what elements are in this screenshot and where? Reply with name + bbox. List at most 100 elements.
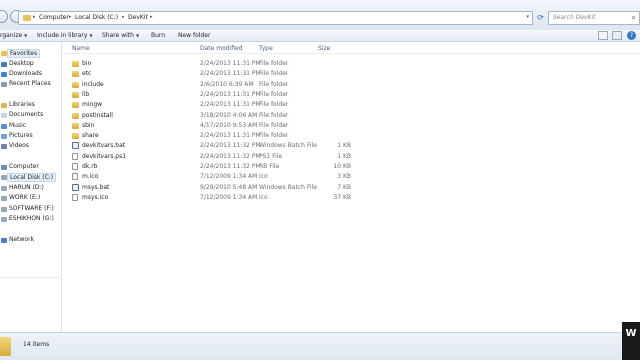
nav-drive-harun[interactable]: HARUN (D:) [9,184,44,191]
drive-icon [1,175,7,180]
file-row[interactable]: postinstall 3/18/2010 4:06 AM File folder [63,111,640,121]
file-row[interactable]: devkitvars.ps1 2/24/2013 11:32 PM PS1 File… [63,152,640,162]
crumb-computer[interactable]: Computer [39,14,69,21]
file-row[interactable]: sbin 4/17/2010 9:53 AM File folder [63,121,640,131]
file-name: include [82,80,104,88]
share-with-label: Share with [102,32,134,39]
file-row[interactable]: devkitvars.bat 2/24/2013 11:32 PM Windows … [63,141,640,151]
chevron-right-icon[interactable]: ▸ [150,14,153,20]
nav-libraries[interactable]: Libraries [9,101,35,108]
nav-drive-software[interactable]: SOFTWARE (F:) [9,205,54,212]
nav-recent-places[interactable]: Recent Places [9,80,51,87]
file-size: 3 KB [337,173,351,181]
nav-drive-eshikhon[interactable]: ESHIKHON (G:) [9,215,54,222]
file-row[interactable]: m.ico 7/12/2009 1:34 AM ico 3 KB [63,172,640,182]
chevron-right-icon[interactable]: ▸ [122,14,125,20]
file-row[interactable]: dk.rb 2/24/2013 11:32 PM RB File 10 KB [63,162,640,172]
batch-file-icon [72,183,79,191]
file-type: ico [259,193,268,201]
file-name: dk.rb [82,163,98,170]
nav-videos[interactable]: Videos [9,142,29,149]
file-icon [72,173,78,181]
file-size: 1 KB [337,152,351,160]
computer-icon [1,165,7,170]
column-header-type[interactable]: Type [259,45,273,52]
column-header-date-modified[interactable]: Date modified [200,45,243,52]
chevron-right-icon[interactable]: ▸ [69,14,72,20]
file-type: RB File [259,163,280,170]
column-header-size[interactable]: Size [318,45,330,52]
file-type: File folder [259,80,289,88]
organize-label: rganize [0,32,23,39]
share-with-menu[interactable]: Share with ▼ [102,32,139,39]
file-type: File folder [259,132,289,140]
folder-icon [72,91,79,98]
drive-icon [1,196,7,201]
command-bar: rganize ▼ Include in library ▼ Share with ▼… [0,30,640,42]
folder-icon [23,15,31,21]
burn-button[interactable]: Burn [151,32,165,39]
preview-pane-button[interactable] [612,31,622,40]
file-row[interactable]: mingw 2/24/2013 11:31 PM File folder [63,100,640,110]
nav-favorites[interactable]: Favorites [7,49,41,58]
star-icon [1,51,7,56]
nav-local-disk[interactable]: Local Disk (C:) [7,173,57,182]
nav-downloads[interactable]: Downloads [9,70,42,77]
file-row[interactable]: lib 2/24/2013 11:31 PM File folder [63,90,640,100]
column-header-name[interactable]: Name [72,45,90,52]
network-icon [1,238,7,243]
file-date-modified: 2/24/2013 11:31 PM [200,70,261,78]
file-row[interactable]: include 2/6/2010 6:39 AM File folder [63,80,640,90]
file-row[interactable]: msys.bat 9/29/2010 5:48 AM Windows Batch F… [63,183,640,193]
refresh-button[interactable]: ⟳ [535,12,546,24]
chevron-down-icon[interactable]: ▾ [526,14,529,20]
chevron-right-icon[interactable]: ▸ [33,14,36,20]
file-name: m.ico [82,173,99,181]
divider [0,277,62,278]
pictures-icon [1,134,7,139]
back-button[interactable] [0,10,8,23]
documents-icon [1,113,7,118]
file-name: devkitvars.ps1 [82,152,127,160]
nav-desktop[interactable]: Desktop [9,60,34,67]
include-in-library-label: Include in library [37,32,88,39]
folder-icon [0,337,11,356]
file-name: postinstall [82,111,113,119]
crumb-local-disk[interactable]: Local Disk (C:) [75,14,118,21]
status-bar: 14 items [0,332,640,360]
change-view-button[interactable] [598,31,608,40]
recent-places-icon [1,82,7,87]
nav-drive-work[interactable]: WORK (E:) [9,194,40,201]
nav-documents[interactable]: Documents [9,111,43,118]
file-name: mingw [82,101,103,109]
file-date-modified: 4/17/2010 9:53 AM [200,121,258,129]
crumb-devkit[interactable]: DevKit [128,14,148,21]
nav-computer[interactable]: Computer [9,163,39,170]
file-row[interactable]: share 2/24/2013 11:31 PM File folder [63,131,640,141]
file-row[interactable]: bin 2/24/2013 11:31 PM File folder [63,59,640,69]
help-button[interactable]: ? [627,31,636,40]
file-row[interactable]: etc 2/24/2013 11:31 PM File folder [63,69,640,79]
nav-music[interactable]: Music [9,122,26,129]
file-icon [72,163,78,170]
new-folder-button[interactable]: New folder [178,32,210,39]
item-count: 14 items [23,341,50,348]
file-name: etc [82,70,92,78]
chevron-down-icon: ▼ [89,33,93,38]
file-name: sbin [82,121,95,129]
file-name: bin [82,60,92,67]
include-in-library-menu[interactable]: Include in library ▼ [37,32,93,39]
drive-icon [1,207,7,212]
file-type: File folder [259,111,289,119]
file-row[interactable]: msys.ico 7/12/2009 1:34 AM ico 37 KB [63,193,640,203]
search-input[interactable]: Search DevKit ⌕ [548,11,640,25]
watermark-logo: W [622,322,640,360]
organize-menu[interactable]: rganize ▼ [0,32,27,39]
nav-pictures[interactable]: Pictures [9,132,33,139]
folder-icon [72,133,79,140]
breadcrumb[interactable]: ▸ Computer ▸ Local Disk (C:) ▸ DevKit ▸ … [18,11,533,25]
file-size: 37 KB [333,193,351,201]
file-date-modified: 2/24/2013 11:32 PM [200,163,261,170]
nav-network[interactable]: Network [9,236,34,243]
search-placeholder: Search DevKit [553,14,596,21]
